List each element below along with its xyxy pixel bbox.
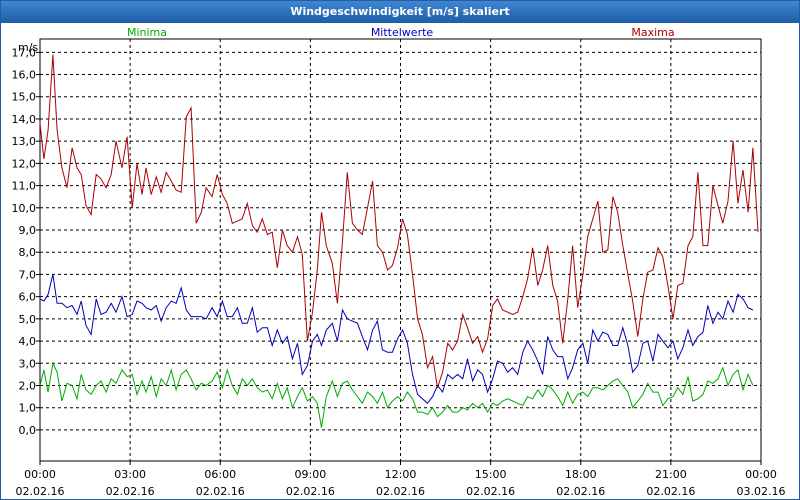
y-tick-label: 5,0 xyxy=(19,313,37,326)
x-tick-date-label: 02.02.16 xyxy=(646,485,695,498)
y-tick-label: 4,0 xyxy=(19,335,37,348)
x-tick-date-label: 02.02.16 xyxy=(556,485,605,498)
y-tick-label: 14,0 xyxy=(12,113,37,126)
y-tick-label: 0,0 xyxy=(19,424,37,437)
y-tick-label: 8,0 xyxy=(19,246,37,259)
y-tick-label: 2,0 xyxy=(19,379,37,392)
x-tick-time-label: 03:00 xyxy=(114,468,146,481)
y-tick-label: 11,0 xyxy=(12,180,37,193)
x-tick-time-label: 21:00 xyxy=(655,468,687,481)
grid xyxy=(40,39,761,461)
x-tick-time-label: 00:00 xyxy=(24,468,56,481)
y-tick-label: 16,0 xyxy=(12,69,37,82)
series-line-mittelwerte xyxy=(39,274,754,405)
y-tick-label: 7,0 xyxy=(19,268,37,281)
chart-window: Windgeschwindigkeit [m/s] skaliert m/s 0… xyxy=(0,0,800,500)
x-tick-time-label: 06:00 xyxy=(204,468,236,481)
y-tick-label: 3,0 xyxy=(19,357,37,370)
x-tick-date-label: 03.02.16 xyxy=(737,485,786,498)
x-tick-date-label: 02.02.16 xyxy=(466,485,515,498)
series-line-maxima xyxy=(39,54,759,388)
x-tick-date-label: 02.02.16 xyxy=(16,485,65,498)
legend: Minima Mittelwerte Maxima xyxy=(127,26,675,39)
x-tick-time-label: 12:00 xyxy=(385,468,417,481)
legend-entry: Maxima xyxy=(631,26,674,39)
series xyxy=(39,54,759,428)
y-tick-label: 17,0 xyxy=(12,46,37,59)
legend-entry: Mittelwerte xyxy=(371,26,434,39)
x-tick-time-label: 18:00 xyxy=(565,468,597,481)
y-tick-label: 6,0 xyxy=(19,291,37,304)
y-tick-label: 1,0 xyxy=(19,402,37,415)
legend-entry: Minima xyxy=(127,26,167,39)
series-line-minima xyxy=(39,361,754,428)
axes: m/s 0,01,02,03,04,05,06,07,08,09,010,011… xyxy=(12,38,786,498)
y-tick-label: 15,0 xyxy=(12,91,37,104)
x-tick-date-label: 02.02.16 xyxy=(196,485,245,498)
x-tick-time-label: 15:00 xyxy=(475,468,507,481)
chart: m/s 0,01,02,03,04,05,06,07,08,09,010,011… xyxy=(12,26,786,498)
y-tick-label: 10,0 xyxy=(12,202,37,215)
y-tick-label: 9,0 xyxy=(19,224,37,237)
x-tick-time-label: 09:00 xyxy=(295,468,327,481)
x-tick-date-label: 02.02.16 xyxy=(376,485,425,498)
y-tick-label: 13,0 xyxy=(12,135,37,148)
y-tick-label: 12,0 xyxy=(12,157,37,170)
x-tick-date-label: 02.02.16 xyxy=(286,485,335,498)
x-tick-date-label: 02.02.16 xyxy=(106,485,155,498)
x-tick-time-label: 00:00 xyxy=(745,468,777,481)
